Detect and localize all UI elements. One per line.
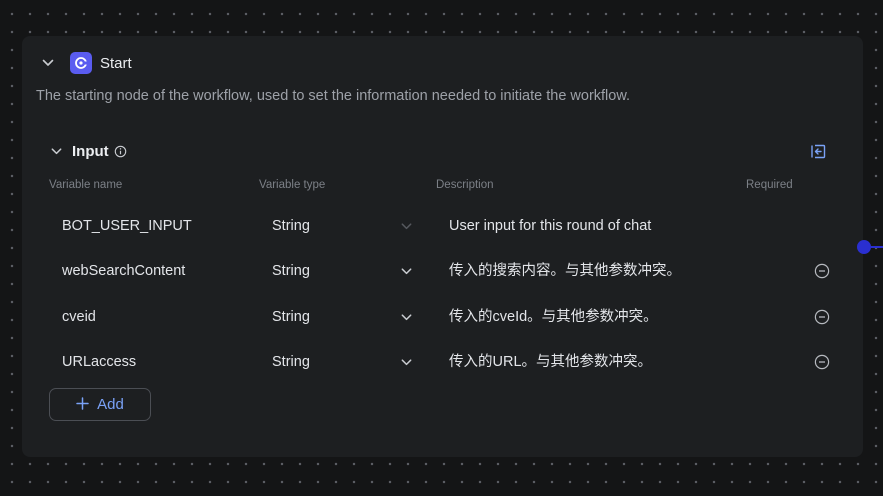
chevron-down-icon — [398, 218, 414, 234]
output-port-handle[interactable] — [857, 240, 871, 254]
table-row: URLaccess String 传入的URL。与其他参数冲突。 — [22, 347, 863, 377]
column-header-name: Variable name — [49, 179, 123, 191]
chevron-down-icon[interactable] — [398, 354, 414, 370]
variable-name-input[interactable]: cveid — [62, 302, 96, 332]
column-header-type: Variable type — [259, 179, 326, 191]
variable-name-input[interactable]: webSearchContent — [62, 256, 185, 286]
variable-description-input[interactable]: 传入的cveId。与其他参数冲突。 — [449, 302, 658, 332]
variable-description-input[interactable]: 传入的搜索内容。与其他参数冲突。 — [449, 256, 681, 286]
variable-description: User input for this round of chat — [449, 218, 652, 234]
column-header-required: Required — [746, 179, 793, 191]
remove-circle-icon[interactable] — [813, 353, 831, 371]
chevron-down-icon[interactable] — [398, 263, 414, 279]
column-header-description: Description — [436, 179, 494, 191]
input-section-header: Input — [48, 141, 127, 161]
chevron-down-icon[interactable] — [40, 55, 56, 71]
remove-circle-icon[interactable] — [813, 308, 831, 326]
chevron-down-icon[interactable] — [398, 309, 414, 325]
add-variable-button[interactable]: Add — [49, 388, 151, 421]
table-row: webSearchContent String 传入的搜索内容。与其他参数冲突。 — [22, 256, 863, 286]
collapse-panel-icon[interactable] — [809, 142, 827, 160]
variable-name: BOT_USER_INPUT — [62, 218, 192, 234]
chevron-down-icon[interactable] — [48, 143, 64, 159]
remove-circle-icon[interactable] — [813, 262, 831, 280]
variable-type-select[interactable]: String — [272, 256, 310, 286]
variable-type-select[interactable]: String — [272, 302, 310, 332]
variable-type-select[interactable]: String — [272, 347, 310, 377]
edge-line — [871, 246, 883, 248]
node-description: The starting node of the workflow, used … — [36, 88, 631, 104]
node-title: Start — [100, 54, 132, 72]
add-button-label: Add — [97, 396, 124, 413]
variable-type-select: String — [272, 218, 310, 234]
start-node-panel: Start The starting node of the workflow,… — [22, 36, 863, 457]
table-row: cveid String 传入的cveId。与其他参数冲突。 — [22, 302, 863, 332]
info-icon[interactable] — [114, 145, 127, 158]
node-header: Start — [40, 52, 132, 74]
variable-description-input[interactable]: 传入的URL。与其他参数冲突。 — [449, 347, 652, 377]
variable-name-input[interactable]: URLaccess — [62, 347, 136, 377]
table-row: BOT_USER_INPUT String User input for thi… — [22, 211, 863, 241]
input-section-title: Input — [72, 142, 109, 160]
start-node-icon — [70, 52, 92, 74]
plus-icon — [76, 396, 89, 413]
